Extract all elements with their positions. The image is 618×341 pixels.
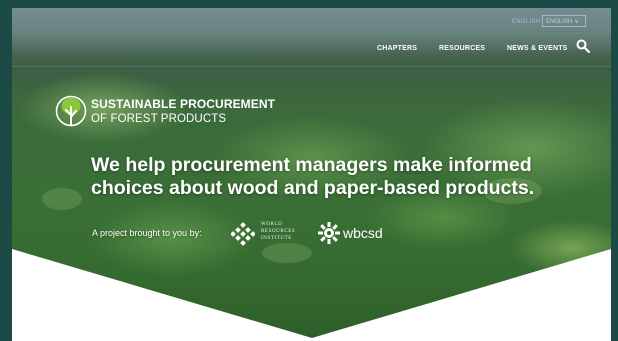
wri-word: RESOURCES bbox=[261, 229, 296, 234]
wri-word: WORLD bbox=[261, 222, 283, 227]
nav-resources[interactable]: RESOURCES bbox=[439, 45, 485, 52]
hero-headline: We help procurement managers make inform… bbox=[91, 154, 571, 200]
language-link[interactable]: ENGLISH bbox=[512, 19, 540, 25]
language-select[interactable]: ENGLISH ∨ bbox=[542, 15, 586, 27]
wri-logo-icon[interactable] bbox=[231, 222, 255, 246]
wri-word: INSTITUTE bbox=[261, 236, 292, 241]
wbcsd-logo-text: wbcsd bbox=[343, 225, 383, 241]
headline-line: choices about wood and paper-based produ… bbox=[91, 177, 535, 199]
nav-news-events[interactable]: NEWS & EVENTS bbox=[507, 45, 568, 52]
wri-logo-text: WORLD RESOURCES INSTITUTE bbox=[261, 221, 295, 242]
canopy-highlight bbox=[42, 188, 82, 210]
chevron-down-icon: ∨ bbox=[574, 19, 579, 25]
wbcsd-logo-icon[interactable] bbox=[317, 221, 341, 245]
content-panel-chevron bbox=[12, 249, 611, 341]
search-icon[interactable] bbox=[576, 39, 590, 53]
logo-title[interactable]: SUSTAINABLE PROCUREMENT bbox=[91, 97, 275, 111]
language-select-value: ENGLISH bbox=[546, 19, 573, 25]
top-navigation-bar: ENGLISH ENGLISH ∨ CHAPTERS RESOURCES NEWS… bbox=[12, 8, 611, 67]
hero-section: ENGLISH ENGLISH ∨ CHAPTERS RESOURCES NEWS… bbox=[12, 8, 611, 341]
partner-byline: A project brought to you by: bbox=[92, 228, 202, 238]
nav-chapters[interactable]: CHAPTERS bbox=[377, 45, 417, 52]
headline-line: We help procurement managers make inform… bbox=[91, 154, 532, 176]
logo-subtitle[interactable]: OF FOREST PRODUCTS bbox=[91, 113, 226, 125]
tree-icon[interactable] bbox=[55, 95, 87, 128]
